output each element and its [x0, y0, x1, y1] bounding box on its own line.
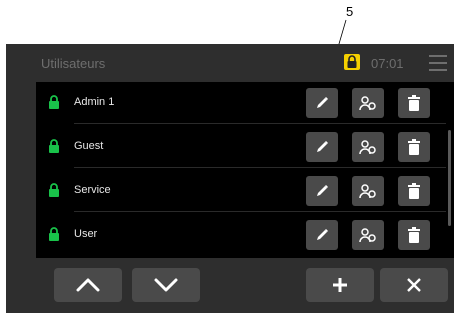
device-screen: Utilisateurs 07:01 Admin 1 Guest Service… — [6, 44, 454, 313]
lock-icon — [49, 95, 59, 109]
trash-icon — [408, 183, 420, 199]
user-permissions-icon — [359, 184, 376, 199]
pencil-icon — [317, 228, 329, 240]
row-divider — [74, 123, 446, 124]
menu-icon[interactable] — [429, 55, 447, 71]
delete-button[interactable] — [398, 176, 430, 206]
footer-bar — [6, 258, 454, 313]
list-item: Guest — [36, 126, 446, 168]
scroll-up-button[interactable] — [54, 268, 122, 302]
user-name: User — [74, 228, 98, 240]
trash-icon — [408, 227, 420, 243]
row-divider — [74, 167, 446, 168]
permissions-button[interactable] — [352, 88, 384, 118]
chevron-down-icon — [154, 278, 178, 292]
pencil-icon — [317, 96, 329, 108]
permissions-button[interactable] — [352, 176, 384, 206]
user-permissions-icon — [359, 228, 376, 243]
edit-button[interactable] — [306, 176, 338, 206]
close-button[interactable] — [380, 268, 448, 302]
list-item: Service — [36, 170, 446, 212]
trash-icon — [408, 139, 420, 155]
trash-icon — [408, 95, 420, 111]
permissions-button[interactable] — [352, 132, 384, 162]
edit-button[interactable] — [306, 220, 338, 250]
chevron-up-icon — [76, 278, 100, 292]
list-item: User — [36, 214, 446, 256]
user-name: Service — [74, 184, 111, 196]
user-name: Admin 1 — [74, 96, 115, 108]
delete-button[interactable] — [398, 88, 430, 118]
user-permissions-icon — [359, 140, 376, 155]
lock-icon — [49, 183, 59, 197]
pencil-icon — [317, 184, 329, 196]
delete-button[interactable] — [398, 132, 430, 162]
delete-button[interactable] — [398, 220, 430, 250]
page-title: Utilisateurs — [41, 56, 106, 71]
clock-time: 07:01 — [371, 56, 404, 71]
list-item: Admin 1 — [36, 82, 446, 124]
edit-button[interactable] — [306, 88, 338, 118]
permissions-button[interactable] — [352, 220, 384, 250]
lock-icon — [49, 139, 59, 153]
row-divider — [74, 211, 446, 212]
callout-number: 5 — [346, 4, 354, 19]
user-name: Guest — [74, 140, 104, 152]
add-user-button[interactable] — [306, 268, 374, 302]
user-permissions-icon — [359, 96, 376, 111]
header-bar: Utilisateurs 07:01 — [6, 44, 454, 82]
plus-icon — [333, 278, 347, 292]
edit-button[interactable] — [306, 132, 338, 162]
pencil-icon — [317, 140, 329, 152]
user-list: Admin 1 Guest Service User — [36, 82, 454, 258]
scrollbar[interactable] — [448, 130, 451, 226]
user-lock-icon[interactable] — [343, 53, 361, 71]
scroll-down-button[interactable] — [132, 268, 200, 302]
close-icon — [407, 278, 421, 292]
lock-icon — [49, 227, 59, 241]
